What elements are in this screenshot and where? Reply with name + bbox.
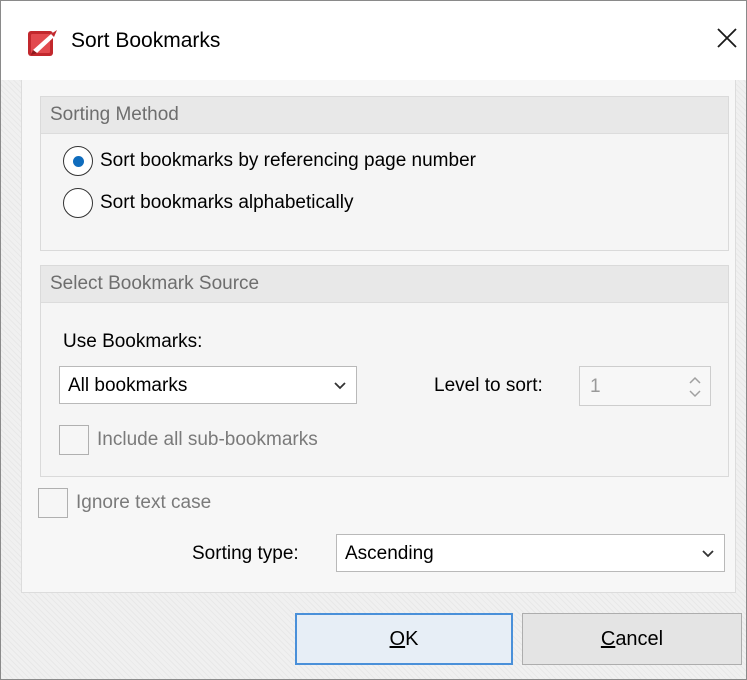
dialog-body: Sorting Method Sort bookmarks by referen… <box>1 80 746 679</box>
radio-button-checked[interactable] <box>63 146 93 176</box>
level-to-sort-label: Level to sort: <box>434 375 543 396</box>
options-panel: Sorting Method Sort bookmarks by referen… <box>21 80 736 593</box>
ok-button[interactable]: OK <box>295 613 513 665</box>
radio-label-alphabetically: Sort bookmarks alphabetically <box>100 192 354 213</box>
ok-mnemonic: O <box>389 628 406 650</box>
pdf-app-icon <box>28 30 57 56</box>
spinner-arrows-icon <box>689 376 701 398</box>
close-icon[interactable] <box>714 25 740 51</box>
radio-button-unchecked[interactable] <box>63 188 93 218</box>
level-to-sort-spinner: 1 <box>579 366 711 406</box>
cancel-mnemonic: C <box>600 628 616 650</box>
title-bar: Sort Bookmarks <box>1 1 746 80</box>
bookmark-source-group: Select Bookmark Source Use Bookmarks: Al… <box>40 265 729 477</box>
use-bookmarks-label: Use Bookmarks: <box>63 331 203 352</box>
sort-bookmarks-dialog: Sort Bookmarks Sorting Method Sort bookm… <box>0 0 747 680</box>
sorting-type-label: Sorting type: <box>192 543 299 564</box>
level-to-sort-value: 1 <box>590 376 601 397</box>
include-sub-bookmarks-checkbox <box>59 425 89 455</box>
radio-label-by-page: Sort bookmarks by referencing page numbe… <box>100 150 476 171</box>
ignore-text-case-option: Ignore text case <box>38 488 211 518</box>
ignore-text-case-checkbox <box>38 488 68 518</box>
radio-sort-alphabetically[interactable]: Sort bookmarks alphabetically <box>63 188 353 218</box>
chevron-down-icon <box>702 550 714 558</box>
include-sub-bookmarks-option: Include all sub-bookmarks <box>59 425 318 455</box>
chevron-down-icon <box>334 382 346 390</box>
ignore-text-case-label: Ignore text case <box>76 492 212 513</box>
use-bookmarks-select[interactable]: All bookmarks <box>59 366 357 404</box>
radio-sort-by-page[interactable]: Sort bookmarks by referencing page numbe… <box>63 146 476 176</box>
sorting-method-heading: Sorting Method <box>41 97 728 134</box>
sorting-type-select[interactable]: Ascending <box>336 534 725 572</box>
sorting-method-group: Sorting Method Sort bookmarks by referen… <box>40 96 729 251</box>
ok-label-rest: K <box>405 628 419 650</box>
sorting-type-value: Ascending <box>345 543 434 564</box>
include-sub-bookmarks-label: Include all sub-bookmarks <box>97 429 318 450</box>
dialog-title: Sort Bookmarks <box>71 29 221 52</box>
bookmark-source-heading: Select Bookmark Source <box>41 266 728 303</box>
cancel-button[interactable]: Cancel <box>522 613 742 665</box>
use-bookmarks-value: All bookmarks <box>68 375 188 396</box>
cancel-label-rest: ancel <box>615 628 664 650</box>
